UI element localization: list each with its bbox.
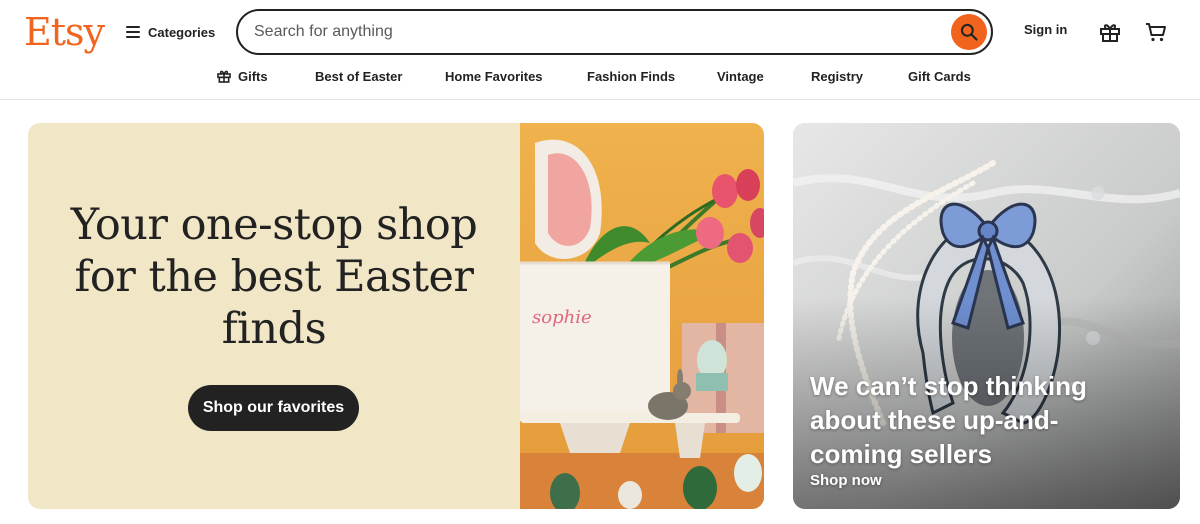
sign-in-link[interactable]: Sign in xyxy=(1024,22,1067,37)
nav-item-label: Home Favorites xyxy=(445,68,543,84)
nav-item-home-favorites[interactable]: Home Favorites xyxy=(445,64,543,88)
hero-banner: Your one-stop shop for the best Easter f… xyxy=(28,123,764,509)
nav-item-gift-cards[interactable]: Gift Cards xyxy=(908,64,971,88)
search-icon xyxy=(960,23,978,41)
nav-item-registry[interactable]: Registry xyxy=(811,64,863,88)
easter-basket-image[interactable]: sophie xyxy=(520,123,764,509)
hamburger-icon xyxy=(126,26,140,38)
etsy-logo[interactable]: Etsy xyxy=(24,8,105,56)
nav-item-label: Fashion Finds xyxy=(587,68,676,84)
category-nav: Gifts Best of Easter Home Favorites Fash… xyxy=(0,64,1200,88)
nav-item-vintage[interactable]: Vintage xyxy=(717,64,764,88)
search-input[interactable] xyxy=(254,11,944,53)
shop-now-link[interactable]: Shop now xyxy=(810,472,882,489)
nav-item-label: Registry xyxy=(811,68,864,84)
categories-button[interactable]: Categories xyxy=(126,20,215,44)
shop-our-favorites-button[interactable]: Shop our favorites xyxy=(188,385,359,431)
search-bar xyxy=(236,9,993,55)
search-button[interactable] xyxy=(951,14,987,50)
categories-label: Categories xyxy=(148,24,216,40)
promo-title: We can’t stop thinking about these up-an… xyxy=(810,371,1087,469)
nav-item-best-of-easter[interactable]: Best of Easter xyxy=(315,64,402,88)
nav-item-label: Best of Easter xyxy=(315,68,403,84)
hero-title: Your one-stop shop for the best Easter f… xyxy=(70,200,478,354)
sophie-embroidery: sophie xyxy=(532,307,592,328)
nav-item-label: Gifts xyxy=(238,68,268,84)
nav-item-gifts[interactable]: Gifts xyxy=(216,64,268,88)
site-header: Etsy Categories Sign in xyxy=(0,0,1200,100)
hero-text-panel: Your one-stop shop for the best Easter f… xyxy=(28,123,520,509)
up-and-coming-sellers-card[interactable]: We can’t stop thinking about these up-an… xyxy=(793,123,1180,509)
gift-icon xyxy=(217,70,231,83)
nav-item-label: Vintage xyxy=(717,68,764,84)
nav-item-label: Gift Cards xyxy=(908,68,971,84)
gift-icon[interactable] xyxy=(1098,20,1122,44)
nav-item-fashion-finds[interactable]: Fashion Finds xyxy=(587,64,675,88)
cart-icon[interactable] xyxy=(1144,20,1168,44)
